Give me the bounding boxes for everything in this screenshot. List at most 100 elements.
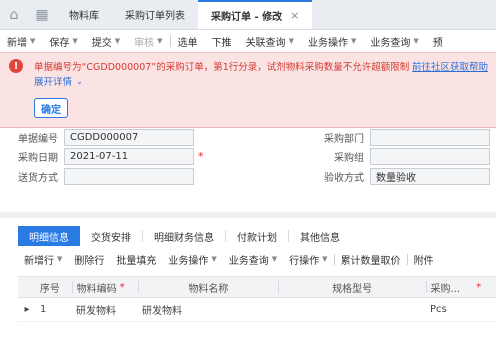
button-label: 新增 [7, 37, 27, 49]
bill-no-label: 单据编号 [18, 134, 58, 145]
column-header-seq[interactable]: 序号 [36, 280, 72, 295]
cumulative-price-button[interactable]: 累计数量取价 [335, 252, 407, 267]
button-label: 提交 [91, 37, 112, 49]
batch-fill-button[interactable]: 批量填充 [110, 252, 162, 267]
related-query-button[interactable]: 关联查询 ▼ [239, 34, 301, 49]
chevron-down-icon: ▼ [271, 255, 278, 263]
push-down-button[interactable]: 下推 [205, 34, 239, 49]
column-header-material-code[interactable]: 物料编码 * [73, 280, 138, 295]
chevron-down-icon: ▼ [30, 37, 36, 45]
ship-method-row: 送货方式 [0, 168, 194, 185]
community-help-link[interactable]: 前往社区获取帮助 [412, 59, 488, 73]
inspection-method-field[interactable]: 数量验收 [370, 168, 490, 185]
column-header-purchase-unit[interactable]: 采购... [426, 280, 472, 295]
ship-method-label: 送货方式 [18, 173, 58, 184]
detail-tabs: 明细信息 交货安排 明细财务信息 付款计划 其他信息 [18, 226, 351, 246]
purchase-date-field[interactable]: 2021-07-11 [64, 148, 194, 165]
tab-bar: ⌂ ▦ 物料库 采购订单列表 采购订单 - 修改 × [0, 0, 496, 30]
button-label: 累计数量取价 [340, 255, 401, 267]
button-label: 业务操作 [307, 37, 348, 49]
button-label: 附件 [413, 255, 434, 267]
button-label: 删除行 [74, 255, 105, 267]
tab-delivery-schedule[interactable]: 交货安排 [80, 226, 142, 246]
tab-label: 物料库 [69, 11, 99, 22]
confirm-button[interactable]: 确定 [34, 98, 68, 118]
save-button[interactable]: 保存 ▼ [42, 34, 84, 49]
column-header-material-name[interactable]: 物料名称 [139, 280, 278, 295]
add-row-button[interactable]: 新增行 ▼ [18, 252, 68, 267]
button-label: 保存 [49, 37, 70, 49]
main-toolbar: 新增 ▼ 保存 ▼ 提交 ▼ 审核 ▼ 选单 下推 关联查询 ▼ 业务操作 ▼ 业务查询 ▼ … [0, 30, 496, 52]
button-label: 下推 [211, 37, 232, 49]
tab-material-library[interactable]: 物料库 [56, 0, 112, 29]
tab-other-info[interactable]: 其他信息 [289, 226, 351, 246]
preview-button[interactable]: 预 [426, 34, 450, 49]
expand-details-label: 展开详情 [34, 77, 73, 88]
tab-purchase-order-list[interactable]: 采购订单列表 [112, 0, 198, 29]
expand-details-link[interactable]: 展开详情 ⌄ [34, 74, 83, 89]
chevron-down-icon: ▼ [288, 37, 294, 45]
header-label: 物料编码 [76, 283, 117, 295]
required-mark: * [119, 281, 125, 293]
cell-seq: 1 [40, 304, 47, 315]
tab-payment-plan[interactable]: 付款计划 [226, 226, 288, 246]
detail-toolbar: 新增行 ▼ 删除行 批量填充 业务操作 ▼ 业务查询 ▼ 行操作 ▼ 累计数量取价 附件 [18, 250, 440, 268]
cell-purchase-unit[interactable]: Pcs [426, 304, 472, 315]
bill-no-field[interactable]: CGDD000007 [64, 129, 194, 146]
submit-button[interactable]: 提交 ▼ [85, 34, 127, 49]
select-bill-button[interactable]: 选单 [171, 34, 205, 49]
detail-business-query-button[interactable]: 业务查询 ▼ [223, 252, 283, 267]
row-operation-button[interactable]: 行操作 ▼ [283, 252, 333, 267]
button-label: 选单 [177, 37, 198, 49]
purchase-group-label: 采购组 [334, 153, 364, 164]
button-label: 业务查询 [228, 255, 269, 267]
apps-grid-icon[interactable]: ▦ [28, 0, 56, 29]
inspection-method-label: 验收方式 [324, 173, 364, 184]
purchase-group-row: 采购组 [306, 148, 490, 165]
cell-material-code[interactable]: 研发物料 [72, 302, 138, 317]
button-label: 批量填充 [116, 255, 157, 267]
button-label: 预 [432, 37, 443, 49]
column-header-spec[interactable]: 规格型号 [279, 280, 426, 295]
audit-button[interactable]: 审核 ▼ [127, 34, 169, 49]
cell-material-name[interactable]: 研发物料 [138, 302, 278, 317]
attachment-button[interactable]: 附件 [408, 252, 440, 267]
purchase-dept-row: 采购部门 [306, 129, 490, 146]
business-query-button[interactable]: 业务查询 ▼ [363, 34, 425, 49]
tab-purchase-order-edit[interactable]: 采购订单 - 修改 × [198, 0, 313, 29]
chevron-down-icon: ▼ [57, 255, 63, 263]
error-message: 单据编号为“CGDD000007”的采购订单，第1行分录，试剂物料采购数量不允许… [34, 62, 410, 73]
detail-business-operation-button[interactable]: 业务操作 ▼ [162, 252, 222, 267]
close-icon[interactable]: × [290, 9, 299, 22]
grid-header: 序号 物料编码 * 物料名称 规格型号 采购... * [18, 276, 496, 298]
tab-detail-info[interactable]: 明细信息 [18, 226, 80, 246]
detail-grid: 序号 物料编码 * 物料名称 规格型号 采购... * ▸ 1 研发物料 研发物料… [18, 276, 496, 322]
row-expand-icon[interactable]: ▸ [18, 304, 36, 315]
error-icon: ! [9, 59, 23, 73]
button-label: 新增行 [24, 255, 54, 267]
error-banner: ! 单据编号为“CGDD000007”的采购订单，第1行分录，试剂物料采购数量不… [0, 52, 496, 128]
purchase-group-field[interactable] [370, 148, 490, 165]
button-label: 行操作 [289, 255, 320, 267]
purchase-dept-field[interactable] [370, 129, 490, 146]
chevron-down-icon: ▼ [350, 37, 357, 45]
tab-detail-finance[interactable]: 明细财务信息 [143, 226, 225, 246]
business-operation-button[interactable]: 业务操作 ▼ [301, 34, 363, 49]
table-row[interactable]: ▸ 1 研发物料 研发物料 Pcs [18, 298, 496, 322]
bill-no-row: 单据编号 CGDD000007 [0, 129, 194, 146]
required-mark: * [198, 150, 204, 163]
purchase-dept-label: 采购部门 [324, 134, 364, 145]
button-label: 关联查询 [245, 37, 286, 49]
chevron-down-icon: ▼ [72, 37, 78, 45]
chevron-down-icon: ▼ [157, 37, 163, 45]
ship-method-field[interactable] [64, 168, 194, 185]
home-icon[interactable]: ⌂ [0, 0, 28, 29]
tab-label: 采购订单 - 修改 [211, 12, 283, 23]
new-button[interactable]: 新增 ▼ [0, 34, 42, 49]
chevron-down-icon: ▼ [114, 37, 121, 45]
tab-label: 采购订单列表 [125, 11, 185, 22]
purchase-date-row: 采购日期 2021-07-11 * [0, 148, 204, 165]
column-header-required: * [476, 281, 482, 293]
delete-row-button[interactable]: 删除行 [68, 252, 110, 267]
chevron-down-icon: ⌄ [76, 76, 83, 86]
